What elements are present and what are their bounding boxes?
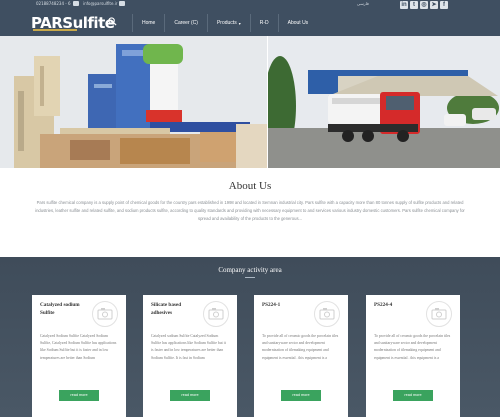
language-switch[interactable]: فارسی [357,1,369,6]
search-icon[interactable] [108,17,117,26]
activity-card[interactable]: Catalyzed sodium Sulfite Catalyzed Sodiu… [32,295,126,417]
card-text: To provide all of ceramic goods the porc… [262,334,339,360]
chevron-down-icon: ▾ [238,20,241,26]
email-address: info@parsulfite.ir [83,1,118,6]
mail-icon [119,1,126,6]
activity-card[interactable]: PS224-4 To provide all of ceramic goods … [366,295,460,417]
card-text: Catalyzed sodium Sulfite Catalyzed Sodiu… [151,334,226,360]
nav-about[interactable]: About Us [277,14,318,32]
telegram-icon[interactable]: ➤ [430,1,438,9]
card-text: Catalyzed Sodium Sulfite Catalyzed Sodiu… [40,334,117,360]
read-more-button[interactable]: read more [59,390,99,401]
read-more-button[interactable]: read more [170,390,210,401]
product-icon [203,301,229,327]
logo-underline [33,29,77,31]
twitter-icon[interactable]: t [410,1,418,9]
email-contact[interactable]: info@parsulfite.ir [83,1,126,6]
activity-section: Company activity area Catalyzed sodium S… [0,257,500,417]
product-icon [426,301,452,327]
phone-contact[interactable]: 02188748234 - 6 [36,1,79,6]
read-more-button[interactable]: read more [281,390,321,401]
read-more-button[interactable]: read more [393,390,433,401]
about-description: Pars sulfite chemical company is a suppl… [35,200,465,221]
about-title: About Us [228,180,272,192]
site-header: 02188748234 - 6 info@parsulfite.ir فارسی… [0,0,500,36]
linkedin-icon[interactable]: in [400,1,408,9]
nav-products[interactable]: Products ▾ [206,14,250,32]
nav-rd[interactable]: R-D [249,14,278,32]
product-icon [92,301,118,327]
top-bar: 02188748234 - 6 info@parsulfite.ir فارسی… [0,0,500,10]
main-nav: Home Career (C) Products ▾ R-D About Us [132,14,317,32]
site-logo[interactable]: PAR Sulfite [31,13,115,33]
activity-card[interactable]: PS224-1 To provide all of ceramic goods … [254,295,348,417]
instagram-icon[interactable]: ◎ [420,1,428,9]
truck-illustration [268,36,500,168]
phone-icon [72,1,79,6]
factory-photo [0,36,267,168]
factory-illustration [0,36,267,168]
social-links: in t ◎ ➤ f [400,1,448,9]
phone-number: 02188748234 - 6 [36,1,71,6]
product-icon [314,301,340,327]
title-divider [245,277,255,278]
nav-career[interactable]: Career (C) [164,14,207,32]
card-title: PS224-4 [374,302,393,308]
card-title: Silicate based adhesives [151,302,182,316]
facebook-icon[interactable]: f [440,1,448,9]
activity-title: Company activity area [218,266,282,274]
truck-photo [268,36,500,168]
nav-home[interactable]: Home [132,14,164,32]
hero-banner [0,36,500,168]
activity-card[interactable]: Silicate based adhesives Catalyzed sodiu… [143,295,237,417]
nav-products-label: Products [216,20,237,26]
card-title: Catalyzed sodium Sulfite [40,302,80,316]
card-title: PS224-1 [262,302,281,308]
card-text: To provide all of ceramic goods the porc… [374,334,451,360]
